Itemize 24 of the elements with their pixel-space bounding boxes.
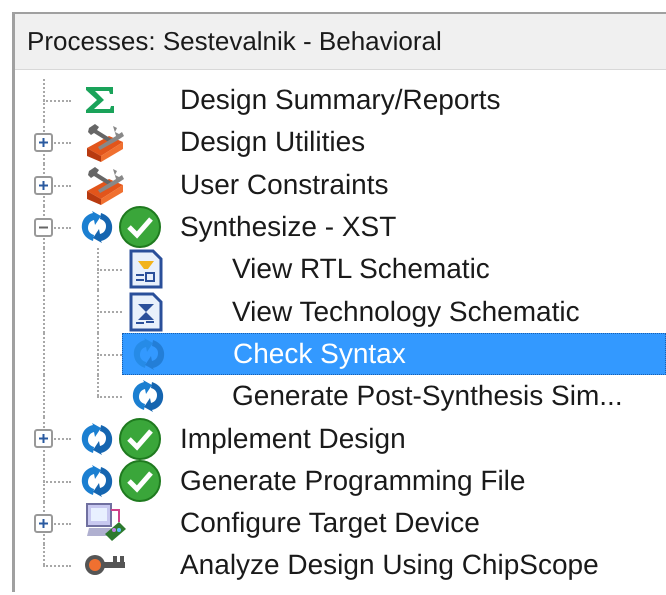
expand-toggle[interactable] [34,514,53,533]
expand-toggle[interactable] [34,429,53,448]
tree-item-label[interactable]: User Constraints [178,164,391,206]
tree-item-label[interactable]: Analyze Design Using ChipScope [178,544,601,586]
tree-item-label[interactable]: Design Summary/Reports [178,79,503,122]
tree-item-label[interactable]: Synthesize - XST [178,206,398,248]
tree-item-label[interactable]: Implement Design [178,418,408,460]
tree-item-label[interactable]: Generate Programming File [178,460,528,502]
tree-item[interactable]: Generate Post-Synthesis Sim... [122,375,666,418]
plus-icon [38,518,49,529]
plus-icon [38,137,49,148]
panel-title: Processes: Sestevalnik - Behavioral [27,25,442,58]
schematic-document-icon [128,249,164,290]
tree-item[interactable]: View Technology Schematic [122,290,666,333]
tree-item-label[interactable]: Design Utilities [178,121,368,164]
plus-icon [38,180,49,191]
expand-toggle[interactable] [34,176,53,195]
tree-item-label[interactable]: Configure Target Device [178,502,482,544]
plus-icon [38,433,49,444]
collapse-toggle[interactable] [34,218,53,237]
schematic-document-icon [128,292,164,332]
sigma-icon [83,85,117,116]
expand-toggle[interactable] [34,133,53,152]
tree-item[interactable]: View RTL Schematic [122,248,666,290]
